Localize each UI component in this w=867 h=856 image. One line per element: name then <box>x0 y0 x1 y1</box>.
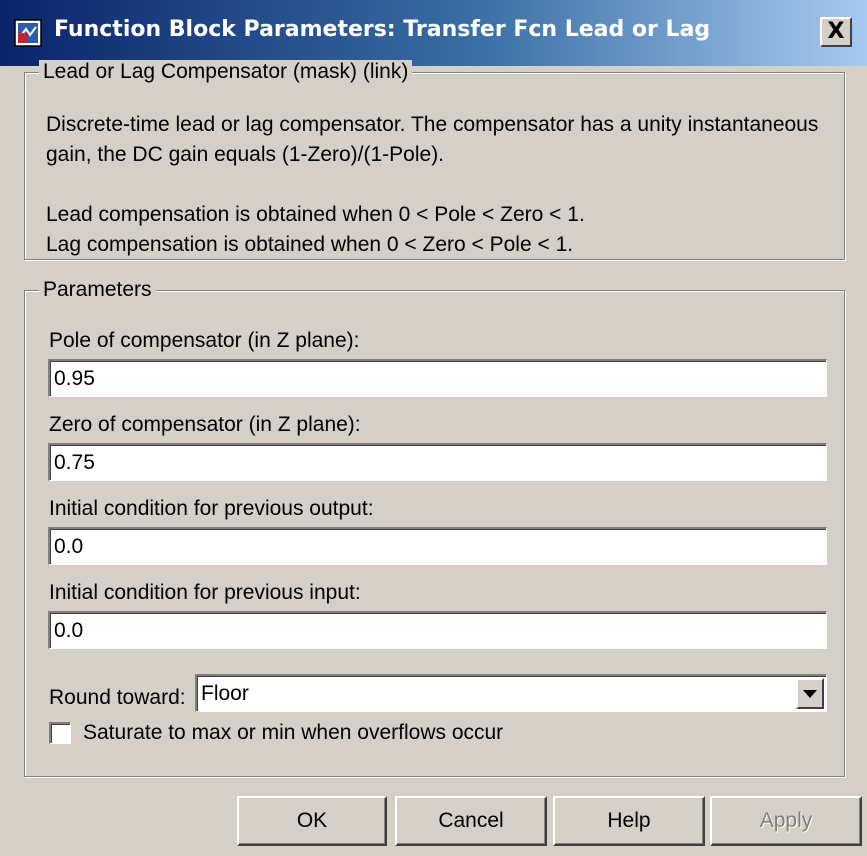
description-line: gain, the DC gain equals (1-Zero)/(1-Pol… <box>46 143 445 166</box>
description-line: Lead compensation is obtained when 0 < P… <box>46 203 585 226</box>
zero-label: Zero of compensator (in Z plane): <box>49 413 361 436</box>
saturate-checkbox[interactable] <box>49 722 71 744</box>
dropdown-button[interactable] <box>796 678 824 709</box>
window-title: Function Block Parameters: Transfer Fcn … <box>54 17 711 42</box>
cancel-button-label: Cancel <box>438 809 504 832</box>
initial-output-label: Initial condition for previous output: <box>49 497 374 520</box>
round-toward-label: Round toward: <box>49 686 186 709</box>
initial-output-input[interactable]: 0.0 <box>48 527 827 565</box>
cancel-button[interactable]: Cancel <box>395 796 547 846</box>
description-text: Discrete-time lead or lag compensator. T… <box>46 110 836 260</box>
simulink-block-icon <box>14 19 42 47</box>
apply-button[interactable]: Apply <box>710 796 862 846</box>
close-icon: X <box>827 19 845 44</box>
initial-input-label: Initial condition for previous input: <box>49 581 361 604</box>
description-group-label: Lead or Lag Compensator (mask) (link) <box>39 60 413 84</box>
description-line: Lag compensation is obtained when 0 < Ze… <box>46 233 574 256</box>
saturate-option[interactable]: Saturate to max or min when overflows oc… <box>49 719 503 747</box>
parameters-group: Parameters Pole of compensator (in Z pla… <box>24 278 845 777</box>
round-toward-select[interactable]: Floor <box>195 674 827 712</box>
ok-button-label: OK <box>296 809 328 832</box>
description-group: Lead or Lag Compensator (mask) (link) Di… <box>24 60 845 260</box>
title-bar[interactable]: Function Block Parameters: Transfer Fcn … <box>0 0 867 66</box>
pole-label: Pole of compensator (in Z plane): <box>49 329 360 352</box>
function-block-parameters-dialog: Function Block Parameters: Transfer Fcn … <box>0 0 867 856</box>
close-button[interactable]: X <box>820 17 852 47</box>
zero-input[interactable]: 0.75 <box>48 443 827 481</box>
initial-input-input[interactable]: 0.0 <box>48 611 827 649</box>
help-button-label: Help <box>607 809 651 832</box>
saturate-label[interactable]: Saturate to max or min when overflows oc… <box>83 721 503 745</box>
round-toward-value: Floor <box>201 682 249 705</box>
help-button[interactable]: Help <box>553 796 705 846</box>
chevron-down-icon <box>803 689 817 698</box>
description-line: Discrete-time lead or lag compensator. T… <box>46 113 819 136</box>
ok-button[interactable]: OK <box>237 796 387 846</box>
apply-button-label: Apply <box>759 809 813 832</box>
pole-input[interactable]: 0.95 <box>48 359 827 397</box>
parameters-group-label: Parameters <box>39 278 156 302</box>
